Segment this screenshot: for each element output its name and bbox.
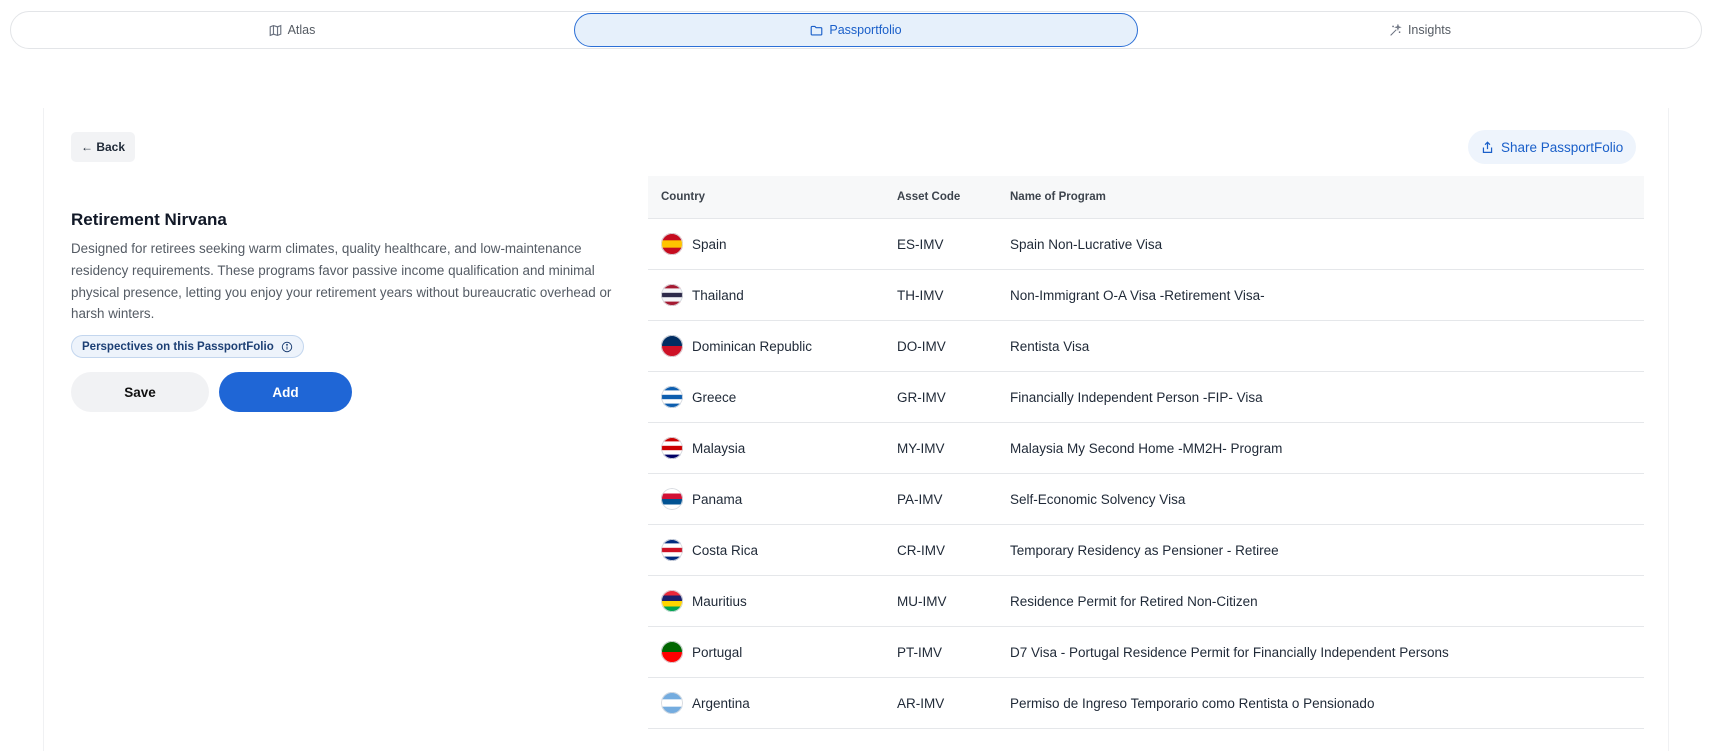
tab-insights[interactable]: Insights (1139, 12, 1701, 48)
perspectives-badge[interactable]: Perspectives on this PassportFolio (71, 335, 304, 358)
country-flag-icon (661, 335, 683, 357)
tab-atlas-label: Atlas (287, 23, 316, 37)
country-flag-icon (661, 437, 683, 459)
top-navigation: Atlas Passportfolio Insights (10, 11, 1702, 49)
country-name: Spain (692, 236, 727, 252)
country-flag-icon (661, 488, 683, 510)
country-cell: Argentina (648, 692, 897, 714)
table-row[interactable]: Greece GR-IMV Financially Independent Pers… (648, 372, 1644, 423)
table-body: Spain ES-IMV Spain Non-Lucrative Visa Thail… (648, 219, 1644, 729)
table-row[interactable]: Panama PA-IMV Self-Economic Solvency Visa (648, 474, 1644, 525)
save-button[interactable]: Save (71, 372, 209, 412)
table-row[interactable]: Malaysia MY-IMV Malaysia My Second Home -M… (648, 423, 1644, 474)
country-flag-icon (661, 590, 683, 612)
program-name-cell: Permiso de Ingreso Temporario como Renti… (1010, 695, 1375, 711)
share-icon (1482, 140, 1493, 153)
asset-code-cell: PT-IMV (897, 644, 943, 660)
country-name: Malaysia (692, 440, 746, 456)
tab-atlas[interactable]: Atlas (11, 12, 573, 48)
folio-description: Designed for retirees seeking warm clima… (71, 241, 612, 322)
table-row[interactable]: Thailand TH-IMV Non-Immigrant O-A Visa -Re… (648, 270, 1644, 321)
asset-code-cell: DO-IMV (897, 338, 946, 354)
country-name: Greece (692, 389, 737, 405)
tab-insights-label: Insights (1407, 23, 1452, 37)
program-name-cell: D7 Visa - Portugal Residence Permit for … (1010, 644, 1449, 660)
page-title: Retirement Nirvana (71, 210, 227, 229)
country-cell: Dominican Republic (648, 335, 897, 357)
add-button[interactable]: Add (219, 372, 352, 412)
country-flag-icon (661, 641, 683, 663)
column-header-asset-code[interactable]: Asset Code (897, 191, 1010, 203)
table-row[interactable]: Costa Rica CR-IMV Temporary Residency as P… (648, 525, 1644, 576)
column-header-country[interactable]: Country (648, 191, 897, 203)
country-name: Panama (692, 491, 743, 507)
asset-code-cell: ES-IMV (897, 236, 944, 252)
country-cell: Thailand (648, 284, 897, 306)
perspectives-label: Perspectives on this PassportFolio (82, 340, 274, 353)
country-cell: Costa Rica (648, 539, 897, 561)
country-name: Thailand (692, 287, 744, 303)
country-cell: Greece (648, 386, 897, 408)
asset-code-cell: MU-IMV (897, 593, 947, 609)
passportfolio-card: ← Back Share PassportFolio Retirement Ni… (43, 108, 1669, 751)
info-icon (281, 341, 292, 352)
column-header-program[interactable]: Name of Program (1010, 191, 1644, 203)
folder-icon (811, 25, 823, 36)
table-row[interactable]: Dominican Republic DO-IMV Rentista Visa (648, 321, 1644, 372)
program-name-cell: Self-Economic Solvency Visa (1010, 491, 1186, 507)
country-flag-icon (661, 539, 683, 561)
program-name-cell: Non-Immigrant O-A Visa -Retirement Visa- (1010, 287, 1265, 303)
country-name: Portugal (692, 644, 743, 660)
program-name-cell: Financially Independent Person -FIP- Vis… (1010, 389, 1263, 405)
table-header: Country Asset Code Name of Program (648, 176, 1644, 219)
country-name: Mauritius (692, 593, 747, 609)
country-cell: Mauritius (648, 590, 897, 612)
program-name-cell: Rentista Visa (1010, 338, 1090, 354)
country-cell: Malaysia (648, 437, 897, 459)
program-name-cell: Residence Permit for Retired Non-Citizen (1010, 593, 1258, 609)
table-row[interactable]: Spain ES-IMV Spain Non-Lucrative Visa (648, 219, 1644, 270)
country-flag-icon (661, 233, 683, 255)
share-button-label: Share PassportFolio (1501, 139, 1624, 155)
tab-passportfolio-label: Passportfolio (829, 23, 902, 37)
asset-code-cell: GR-IMV (897, 389, 946, 405)
back-button[interactable]: ← Back (71, 132, 136, 162)
program-name-cell: Temporary Residency as Pensioner - Retir… (1010, 542, 1279, 558)
country-cell: Portugal (648, 641, 897, 663)
country-flag-icon (661, 386, 683, 408)
program-name-cell: Malaysia My Second Home -MM2H- Program (1010, 440, 1283, 456)
table-row[interactable]: Argentina AR-IMV Permiso de Ingreso Tempor… (648, 678, 1644, 729)
asset-code-cell: MY-IMV (897, 440, 945, 456)
tab-passportfolio[interactable]: Passportfolio (574, 13, 1138, 47)
programs-table: Country Asset Code Name of Program Spain… (648, 176, 1644, 729)
table-row[interactable]: Mauritius MU-IMV Residence Permit for Reti… (648, 576, 1644, 627)
country-name: Costa Rica (692, 542, 759, 558)
table-row[interactable]: Portugal PT-IMV D7 Visa - Portugal Residen… (648, 627, 1644, 678)
country-flag-icon (661, 692, 683, 714)
asset-code-cell: PA-IMV (897, 491, 943, 507)
country-name: Dominican Republic (692, 338, 813, 354)
sparkles-icon (1390, 23, 1402, 36)
asset-code-cell: AR-IMV (897, 695, 945, 711)
country-flag-icon (661, 284, 683, 306)
country-name: Argentina (692, 695, 750, 711)
asset-code-cell: CR-IMV (897, 542, 945, 558)
country-cell: Panama (648, 488, 897, 510)
share-button[interactable]: Share PassportFolio (1468, 130, 1637, 164)
asset-code-cell: TH-IMV (897, 287, 944, 303)
program-name-cell: Spain Non-Lucrative Visa (1010, 236, 1163, 252)
map-icon (269, 24, 281, 36)
country-cell: Spain (648, 233, 897, 255)
